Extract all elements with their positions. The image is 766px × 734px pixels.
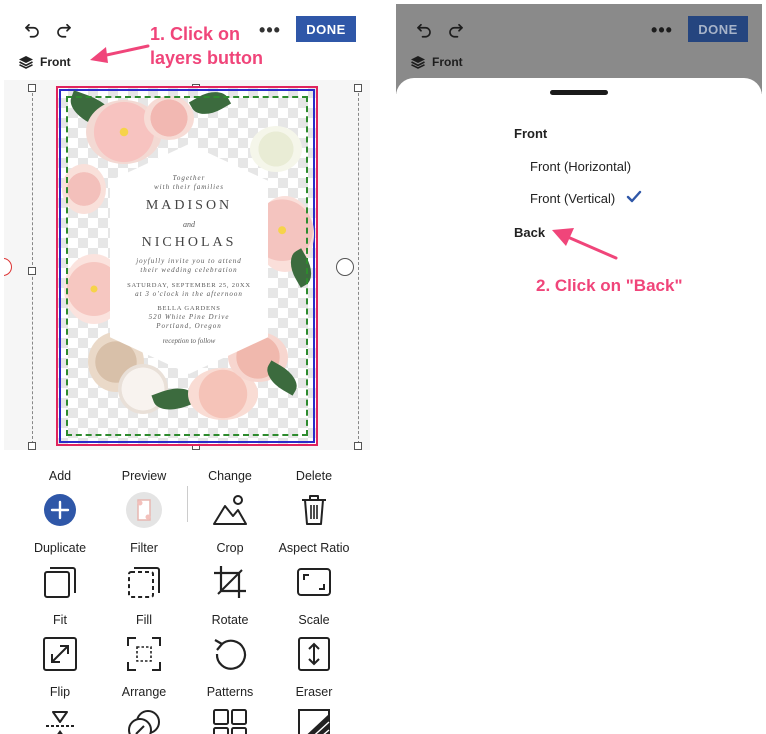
arrange-tool[interactable]: Arrange bbox=[102, 684, 186, 734]
filter-icon bbox=[102, 562, 186, 602]
layers-icon bbox=[19, 56, 33, 69]
annotation-arrow-icon bbox=[90, 44, 150, 63]
rotate-handle-icon[interactable] bbox=[4, 258, 12, 276]
tool-label: Add bbox=[48, 469, 72, 483]
annotation-line: 1. Click on bbox=[150, 24, 241, 44]
resize-handle[interactable] bbox=[28, 442, 36, 450]
tool-label: Arrange bbox=[121, 685, 167, 699]
layers-icon bbox=[411, 56, 425, 69]
layers-button: Front bbox=[410, 52, 463, 72]
rotate-icon bbox=[188, 634, 272, 674]
tool-label: Preview bbox=[121, 469, 167, 483]
eraser-icon bbox=[272, 706, 356, 734]
done-button: DONE bbox=[688, 16, 748, 42]
resize-handle[interactable] bbox=[354, 442, 362, 450]
tool-label: Flip bbox=[49, 685, 71, 699]
scale-tool[interactable]: Scale bbox=[272, 612, 356, 674]
filter-tool[interactable]: Filter bbox=[102, 540, 186, 602]
tutorial-screenshot: ••• DONE Front 1. Click on layers button bbox=[0, 0, 766, 734]
fit-icon bbox=[18, 634, 102, 674]
checkmark-icon bbox=[626, 190, 642, 203]
crop-icon bbox=[188, 562, 272, 602]
guide-line bbox=[32, 88, 33, 444]
resize-handle[interactable] bbox=[354, 84, 362, 92]
tools-grid: Add Preview Change Delete Duplicate Filt… bbox=[4, 450, 370, 734]
layer-option-front-vertical[interactable]: Front (Vertical) bbox=[530, 191, 615, 206]
editor-screen: ••• DONE Front 1. Click on layers button bbox=[4, 4, 370, 734]
undo-icon bbox=[412, 18, 436, 42]
tool-label: Change bbox=[208, 469, 252, 483]
fill-icon bbox=[102, 634, 186, 674]
tool-label: Crop bbox=[216, 541, 244, 555]
change-tool[interactable]: Change bbox=[188, 468, 272, 530]
design-canvas: Together with their families MADISON and… bbox=[4, 80, 370, 450]
tool-label: Eraser bbox=[295, 685, 333, 699]
sheet-grabber[interactable] bbox=[550, 90, 608, 95]
layer-option-front-horizontal[interactable]: Front (Horizontal) bbox=[530, 159, 631, 174]
resize-handle[interactable] bbox=[28, 84, 36, 92]
fit-tool[interactable]: Fit bbox=[18, 612, 102, 674]
layers-sheet-screen: ••• DONE Front Front Front (Horizontal) … bbox=[396, 4, 762, 734]
tool-label: Delete bbox=[295, 469, 333, 483]
add-tool[interactable]: Add bbox=[18, 468, 102, 530]
aspect-ratio-tool[interactable]: Aspect Ratio bbox=[272, 540, 356, 602]
delete-tool[interactable]: Delete bbox=[272, 468, 356, 530]
top-toolbar: ••• DONE Front 1. Click on layers button bbox=[4, 4, 370, 80]
tool-label: Fill bbox=[136, 613, 152, 627]
tool-label: Aspect Ratio bbox=[278, 541, 350, 555]
patterns-tool[interactable]: Patterns bbox=[188, 684, 272, 734]
plus-circle-icon bbox=[18, 490, 102, 530]
layers-label: Front bbox=[40, 55, 71, 69]
tool-label: Filter bbox=[130, 541, 158, 555]
preview-tool[interactable]: Preview bbox=[102, 468, 186, 530]
layers-button[interactable]: Front bbox=[18, 52, 71, 72]
resize-handle[interactable] bbox=[28, 267, 36, 275]
redo-icon bbox=[444, 18, 468, 42]
more-options-button: ••• bbox=[651, 19, 673, 40]
flip-icon bbox=[18, 706, 102, 734]
done-button[interactable]: DONE bbox=[296, 16, 356, 42]
duplicate-tool[interactable]: Duplicate bbox=[18, 540, 102, 602]
layer-group-front[interactable]: Front bbox=[514, 126, 547, 141]
undo-icon[interactable] bbox=[20, 18, 44, 42]
aspect-ratio-icon bbox=[272, 562, 356, 602]
tool-label: Fit bbox=[53, 613, 67, 627]
annotation-arrow-icon bbox=[552, 228, 618, 260]
arrange-icon bbox=[102, 706, 186, 734]
tool-label: Scale bbox=[298, 613, 330, 627]
guide-line bbox=[358, 88, 359, 444]
invitation-card[interactable]: Together with their families MADISON and… bbox=[56, 86, 318, 446]
image-mountain-icon bbox=[188, 490, 272, 530]
safe-area-guide bbox=[66, 96, 308, 436]
rotate-tool[interactable]: Rotate bbox=[188, 612, 272, 674]
crop-tool[interactable]: Crop bbox=[188, 540, 272, 602]
tool-label: Rotate bbox=[211, 613, 249, 627]
flip-tool[interactable]: Flip bbox=[18, 684, 102, 734]
eraser-tool[interactable]: Eraser bbox=[272, 684, 356, 734]
trash-icon bbox=[272, 490, 356, 530]
layer-group-back[interactable]: Back bbox=[514, 225, 545, 240]
redo-icon[interactable] bbox=[52, 18, 76, 42]
annotation-line: layers button bbox=[150, 48, 264, 68]
rotate-handle-icon[interactable] bbox=[336, 258, 354, 276]
annotation-step-2: 2. Click on "Back" bbox=[536, 276, 683, 295]
layers-label: Front bbox=[432, 55, 463, 69]
duplicate-icon bbox=[18, 562, 102, 602]
tool-label: Duplicate bbox=[33, 541, 87, 555]
preview-thumbnail-icon bbox=[102, 490, 186, 530]
tool-label: Patterns bbox=[206, 685, 254, 699]
scale-icon bbox=[272, 634, 356, 674]
annotation-step-1: 1. Click on layers button bbox=[150, 22, 290, 70]
layers-bottom-sheet: Front Front (Horizontal) Front (Vertical… bbox=[396, 78, 762, 734]
fill-tool[interactable]: Fill bbox=[102, 612, 186, 674]
patterns-icon bbox=[188, 706, 272, 734]
